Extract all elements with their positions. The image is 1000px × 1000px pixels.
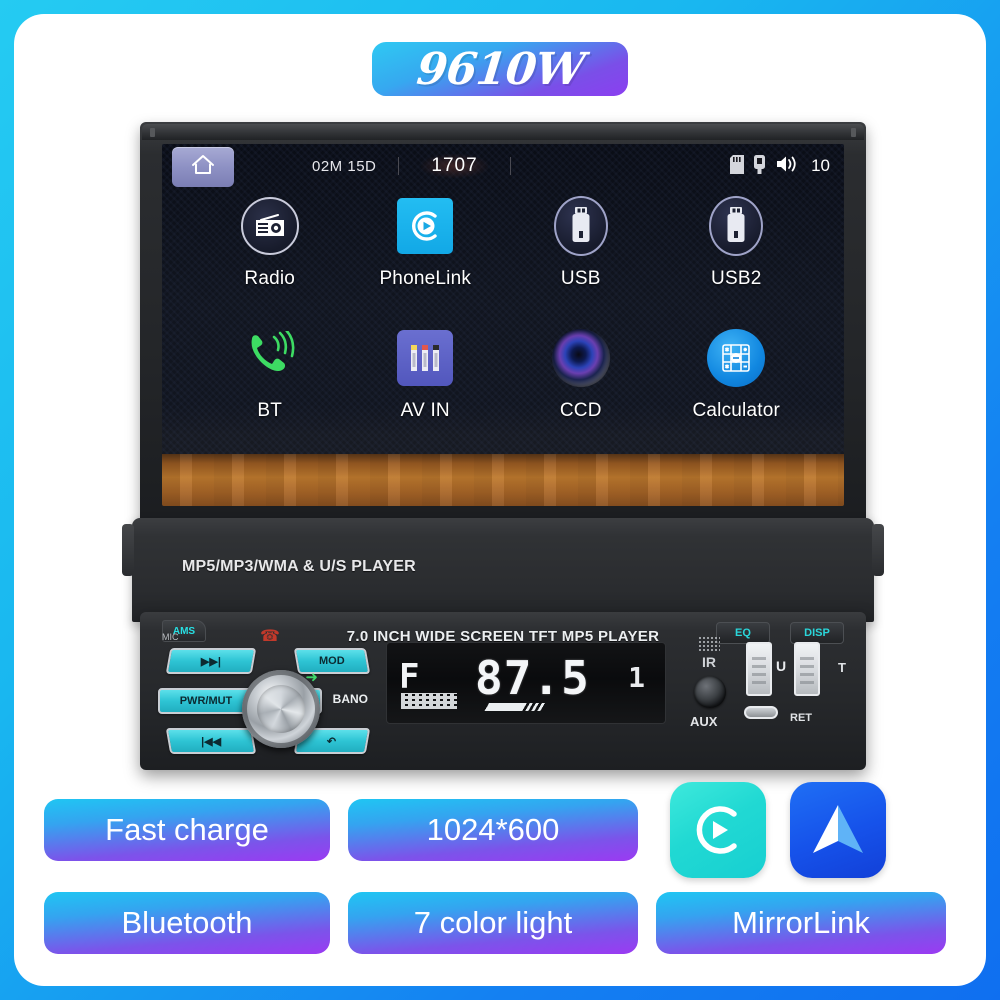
segment-display: F 87.5 1	[386, 642, 666, 724]
display-frequency: 87.5	[475, 651, 590, 705]
hangup-icon[interactable]: ☎	[260, 626, 280, 646]
camera-lens-icon	[551, 328, 611, 388]
badge-resolution: 1024*600	[348, 799, 638, 861]
aux-jack[interactable]	[694, 676, 726, 708]
display-stereo-indicator	[481, 703, 559, 711]
model-title-badge: 9610W	[372, 42, 628, 96]
usb-stick-icon	[551, 196, 611, 256]
bezel-notch-right	[851, 128, 856, 137]
ir-label: IR	[702, 654, 716, 670]
app-label: USB	[560, 268, 601, 289]
app-label: USB2	[711, 268, 762, 289]
app-calculator[interactable]: Calculator	[659, 328, 815, 458]
app-grid: Radio PhoneLink USB USB2 BT AV IN CCD Ca…	[162, 196, 844, 458]
app-label: AV IN	[400, 400, 450, 421]
app-label: BT	[257, 400, 283, 421]
usb-port-2[interactable]	[794, 642, 820, 696]
app-phonelink[interactable]: PhoneLink	[348, 196, 504, 328]
app-label: PhoneLink	[379, 268, 472, 289]
badge-label: MirrorLink	[732, 905, 870, 940]
badge-7-color-light: 7 color light	[348, 892, 638, 954]
badge-bluetooth: Bluetooth	[44, 892, 330, 954]
mic-label: MIC	[162, 632, 179, 642]
next-track-button[interactable]: ▶▶|	[165, 648, 257, 674]
home-icon	[190, 153, 216, 181]
badge-fast-charge: Fast charge	[44, 799, 330, 861]
power-mute-label: PWR/MUT	[179, 695, 233, 707]
feature-row-2: Bluetooth 7 color light MirrorLink	[44, 892, 956, 954]
display-level-bars	[401, 693, 457, 709]
app-logos	[670, 782, 886, 878]
power-mute-button[interactable]: PWR/MUT	[158, 688, 254, 714]
calculator-icon	[706, 328, 766, 388]
status-bar: 02M 15D 1707 10	[162, 144, 844, 188]
sd-card-icon	[730, 154, 745, 178]
rca-connectors-icon	[395, 328, 455, 388]
aux-label: AUX	[690, 714, 718, 729]
carplay-logo	[670, 782, 766, 878]
button-cluster: MIC ☎ ▶▶| PWR/MUT |◀◀ MOD ➜ BANO ↶	[156, 628, 374, 758]
feature-row-1: Fast charge 1024*600	[44, 782, 956, 878]
bezel-notch-left	[150, 128, 155, 137]
app-avin[interactable]: AV IN	[348, 328, 504, 458]
volume-level: 10	[811, 156, 830, 175]
app-ccd[interactable]: CCD	[503, 328, 659, 458]
previous-track-label: |◀◀	[201, 735, 221, 748]
usb-stick-icon	[706, 196, 766, 256]
display-band: F	[399, 657, 420, 697]
app-usb[interactable]: USB	[503, 196, 659, 328]
wallpaper-wood-band	[162, 454, 844, 506]
usb-port-letter: U	[776, 658, 787, 674]
badge-label: 7 color light	[413, 905, 573, 940]
product-card: 9610W 02M 15D 1707 10 Radio PhoneLink US…	[14, 14, 986, 986]
lcd-display: 02M 15D 1707 10 Radio PhoneLink USB USB2…	[162, 144, 844, 506]
status-divider-1	[398, 157, 400, 175]
status-time: 1707	[421, 154, 488, 178]
app-label: CCD	[559, 400, 602, 421]
usb-c-port[interactable]	[744, 706, 778, 719]
previous-track-button[interactable]: |◀◀	[165, 728, 257, 754]
faceplate-tab-right	[872, 524, 884, 576]
ret-label: RET	[790, 712, 812, 724]
control-panel: AMS 7.0 INCH WIDE SCREEN TFT MP5 PLAYER …	[140, 612, 866, 770]
app-radio[interactable]: Radio	[192, 196, 348, 328]
usb-icon	[754, 154, 766, 178]
badge-label: Bluetooth	[121, 905, 253, 940]
status-date: 02M 15D	[312, 157, 377, 175]
badge-mirrorlink: MirrorLink	[656, 892, 946, 954]
usb-port-1[interactable]	[746, 642, 772, 696]
home-button[interactable]	[172, 147, 234, 187]
ir-receiver-icon	[698, 636, 720, 652]
faceplate: MP5/MP3/WMA & U/S PLAYER	[122, 518, 884, 622]
faceplate-tab-left	[122, 524, 134, 576]
volume-knob[interactable]	[242, 670, 320, 748]
model-title-text: 9610W	[413, 43, 587, 95]
head-unit: 02M 15D 1707 10 Radio PhoneLink USB USB2…	[14, 100, 986, 770]
faceplate-model-text: MP5/MP3/WMA & U/S PLAYER	[182, 558, 416, 575]
return-label: ↶	[327, 735, 337, 748]
radio-icon	[240, 196, 300, 256]
app-usb2[interactable]: USB2	[659, 196, 815, 328]
screen-bezel: 02M 15D 1707 10 Radio PhoneLink USB USB2…	[140, 122, 866, 532]
io-panel: IR AUX U T RET	[672, 634, 858, 760]
band-label: BANO	[332, 692, 368, 706]
play-circle-icon	[395, 196, 455, 256]
speaker-icon	[775, 154, 801, 178]
app-label: Calculator	[692, 400, 781, 421]
status-indicators: 10	[730, 154, 844, 178]
status-divider-2	[509, 157, 511, 175]
next-track-label: ▶▶|	[201, 655, 221, 668]
display-channel: 1	[628, 661, 645, 694]
bluetooth-phone-icon	[240, 328, 300, 388]
android-auto-logo	[790, 782, 886, 878]
app-label: Radio	[244, 268, 296, 289]
badge-label: 1024*600	[426, 812, 560, 847]
feature-badges: Fast charge 1024*600 Bluetooth 7 color l…	[44, 782, 956, 968]
badge-label: Fast charge	[105, 812, 269, 847]
t-port-letter: T	[838, 660, 846, 675]
mode-label: MOD	[319, 655, 345, 667]
app-bt[interactable]: BT	[192, 328, 348, 458]
